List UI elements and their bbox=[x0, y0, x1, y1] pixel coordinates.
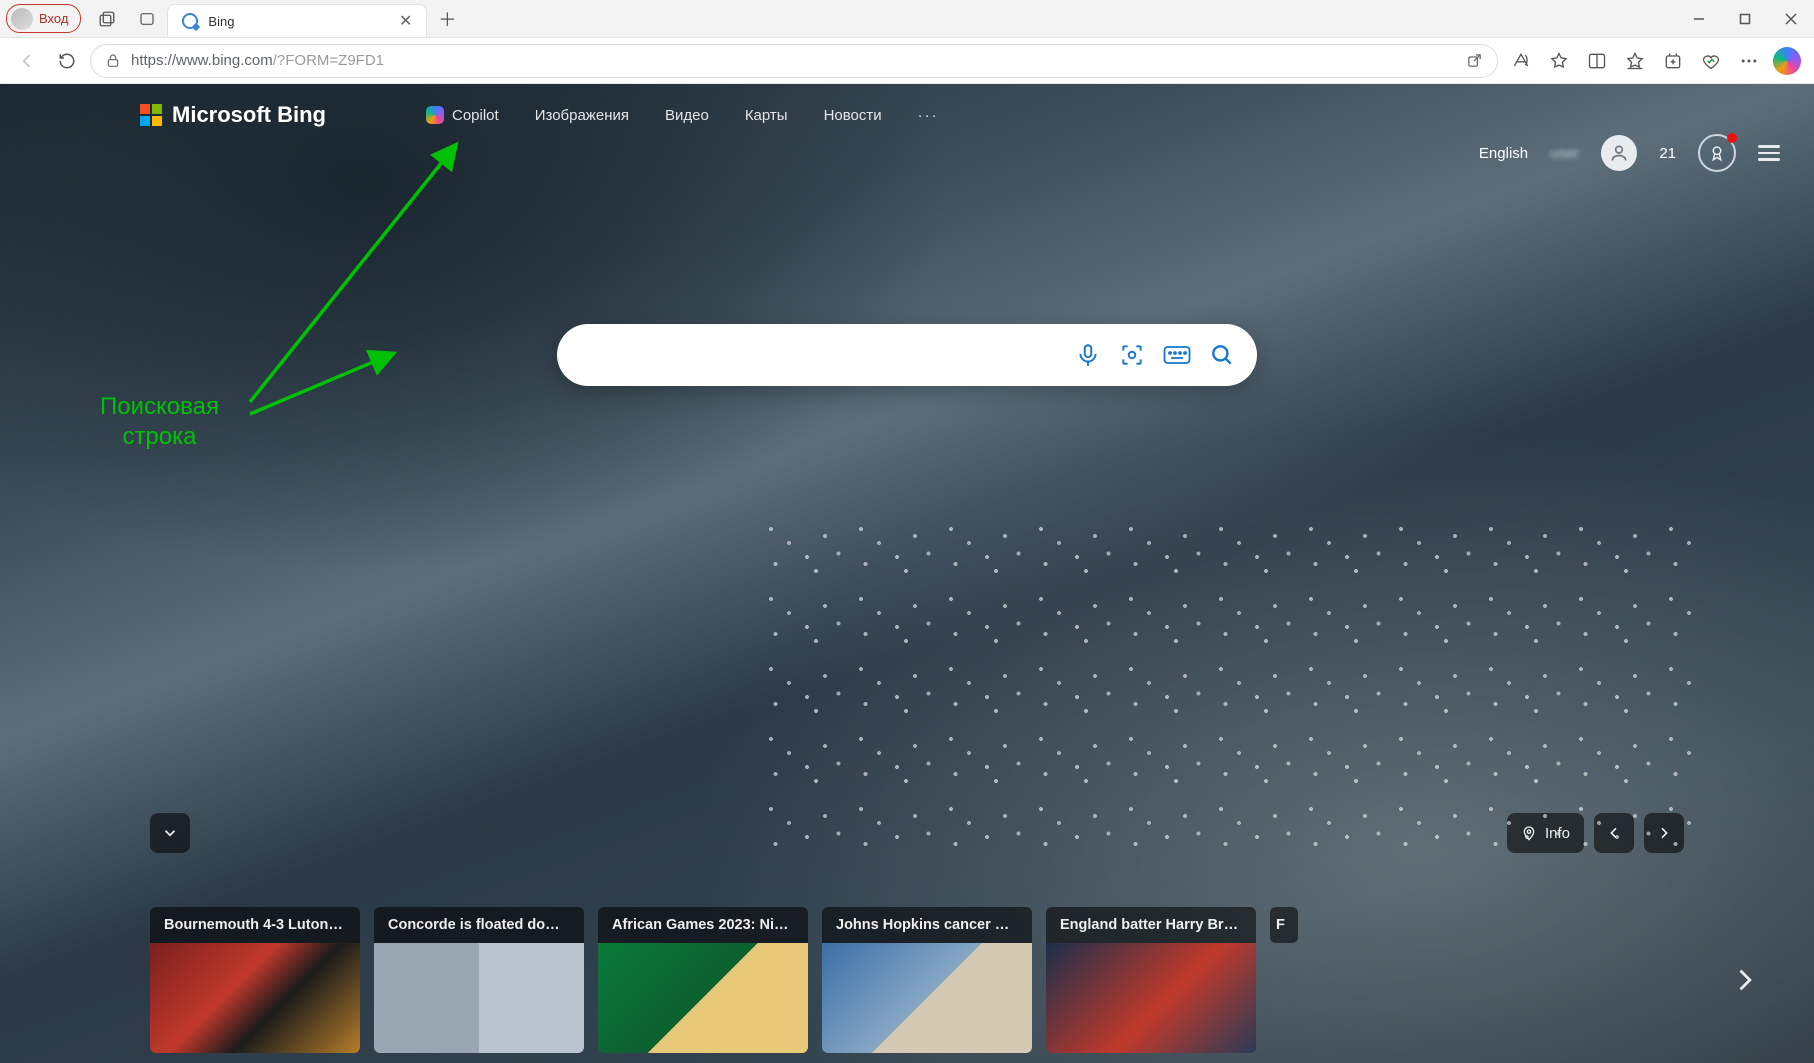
chevron-down-icon bbox=[161, 824, 179, 842]
chevron-right-icon bbox=[1656, 825, 1672, 841]
bing-logo[interactable]: Microsoft Bing bbox=[140, 102, 326, 128]
news-card-title: Bournemouth 4-3 Luton: S… bbox=[150, 907, 360, 943]
nav-news[interactable]: Новости bbox=[824, 106, 882, 124]
person-icon bbox=[1609, 143, 1629, 163]
url-text: https://www.bing.com/?FORM=Z9FD1 bbox=[131, 52, 1456, 69]
account-name[interactable]: user bbox=[1550, 145, 1579, 162]
nav-more[interactable]: ··· bbox=[918, 106, 939, 124]
profile-avatar-icon bbox=[11, 8, 33, 30]
bing-account-area: English user 21 bbox=[1479, 134, 1780, 172]
prev-wallpaper-button[interactable] bbox=[1594, 813, 1634, 853]
favorites-list-icon[interactable] bbox=[1618, 44, 1652, 78]
search-submit-icon[interactable] bbox=[1209, 342, 1235, 368]
lock-icon bbox=[105, 53, 121, 69]
copilot-mini-icon bbox=[426, 106, 444, 124]
collections-icon[interactable] bbox=[1656, 44, 1690, 78]
settings-more-icon[interactable] bbox=[1732, 44, 1766, 78]
split-screen-icon[interactable] bbox=[1580, 44, 1614, 78]
news-card-title: Concorde is floated down … bbox=[374, 907, 584, 943]
new-tab-button[interactable]: ＋ bbox=[427, 0, 467, 37]
chevron-right-icon bbox=[1730, 966, 1758, 994]
voice-search-icon[interactable] bbox=[1075, 342, 1101, 368]
medal-icon bbox=[1708, 144, 1726, 162]
nav-maps[interactable]: Карты bbox=[745, 106, 788, 124]
profile-button[interactable]: Вход bbox=[6, 4, 81, 33]
browser-toolbar: https://www.bing.com/?FORM=Z9FD1 bbox=[0, 38, 1814, 84]
visual-search-icon[interactable] bbox=[1119, 342, 1145, 368]
news-card[interactable]: F bbox=[1270, 907, 1298, 943]
news-card[interactable]: Johns Hopkins cancer docs… bbox=[822, 907, 1032, 1053]
news-card[interactable]: Bournemouth 4-3 Luton: S… bbox=[150, 907, 360, 1053]
search-input[interactable] bbox=[585, 345, 1057, 366]
notification-dot-icon bbox=[1727, 133, 1737, 143]
news-card-thumb bbox=[598, 943, 808, 1053]
next-wallpaper-button[interactable] bbox=[1644, 813, 1684, 853]
news-carousel: Bournemouth 4-3 Luton: S… Concorde is fl… bbox=[150, 907, 1764, 1053]
rewards-badge-button[interactable] bbox=[1698, 134, 1736, 172]
keyboard-input-icon[interactable] bbox=[1163, 344, 1191, 366]
info-label: Info bbox=[1545, 825, 1570, 842]
browser-tab[interactable]: Bing ✕ bbox=[167, 4, 427, 37]
nav-images[interactable]: Изображения bbox=[535, 106, 629, 124]
news-card-thumb bbox=[822, 943, 1032, 1053]
nav-back-button[interactable] bbox=[10, 44, 44, 78]
bing-favicon-icon bbox=[182, 13, 198, 29]
search-box[interactable] bbox=[557, 324, 1257, 386]
tab-actions-icon[interactable] bbox=[127, 0, 167, 37]
expand-carousel-button[interactable] bbox=[150, 813, 190, 853]
bing-landing-page: Microsoft Bing Copilot Изображения Видео… bbox=[0, 84, 1814, 1063]
news-card[interactable]: African Games 2023: Nigeri… bbox=[598, 907, 808, 1053]
wallpaper-info-group: Info bbox=[1507, 813, 1684, 853]
news-card[interactable]: England batter Harry Brook… bbox=[1046, 907, 1256, 1053]
workspaces-icon[interactable] bbox=[87, 0, 127, 37]
tab-close-icon[interactable]: ✕ bbox=[399, 11, 412, 31]
tab-title: Bing bbox=[208, 14, 234, 29]
rewards-points[interactable]: 21 bbox=[1659, 145, 1676, 162]
window-maximize-button[interactable] bbox=[1722, 0, 1768, 37]
news-card-title: Johns Hopkins cancer docs… bbox=[822, 907, 1032, 943]
open-external-icon[interactable] bbox=[1466, 52, 1483, 69]
chevron-left-icon bbox=[1606, 825, 1622, 841]
wallpaper-info-button[interactable]: Info bbox=[1507, 813, 1584, 853]
window-controls bbox=[1676, 0, 1814, 37]
nav-video[interactable]: Видео bbox=[665, 106, 709, 124]
news-card-thumb bbox=[1046, 943, 1256, 1053]
read-aloud-icon[interactable] bbox=[1504, 44, 1538, 78]
hamburger-menu-button[interactable] bbox=[1758, 141, 1780, 165]
nav-copilot[interactable]: Copilot bbox=[426, 106, 499, 124]
location-pin-icon bbox=[1521, 825, 1537, 841]
bing-header: Microsoft Bing Copilot Изображения Видео… bbox=[0, 84, 1814, 128]
favorite-star-icon[interactable] bbox=[1542, 44, 1576, 78]
news-card-title: F bbox=[1270, 907, 1298, 943]
language-switch[interactable]: English bbox=[1479, 145, 1528, 162]
window-close-button[interactable] bbox=[1768, 0, 1814, 37]
news-card-title: African Games 2023: Nigeri… bbox=[598, 907, 808, 943]
address-bar[interactable]: https://www.bing.com/?FORM=Z9FD1 bbox=[90, 44, 1498, 78]
bing-nav: Copilot Изображения Видео Карты Новости … bbox=[426, 106, 939, 124]
window-minimize-button[interactable] bbox=[1676, 0, 1722, 37]
news-card[interactable]: Concorde is floated down … bbox=[374, 907, 584, 1053]
news-card-title: England batter Harry Brook… bbox=[1046, 907, 1256, 943]
news-card-thumb bbox=[374, 943, 584, 1053]
copilot-icon bbox=[1773, 47, 1801, 75]
carousel-next-button[interactable] bbox=[1724, 966, 1764, 994]
annotation-label: Поисковая строка bbox=[100, 392, 219, 452]
browser-titlebar: Вход Bing ✕ ＋ bbox=[0, 0, 1814, 38]
news-card-thumb bbox=[150, 943, 360, 1053]
profile-label: Вход bbox=[39, 11, 68, 26]
bing-logo-text: Microsoft Bing bbox=[172, 102, 326, 128]
microsoft-logo-icon bbox=[140, 104, 162, 126]
searchbox-container bbox=[557, 324, 1257, 386]
copilot-sidebar-button[interactable] bbox=[1770, 44, 1804, 78]
performance-icon[interactable] bbox=[1694, 44, 1728, 78]
nav-refresh-button[interactable] bbox=[50, 44, 84, 78]
account-avatar-button[interactable] bbox=[1601, 135, 1637, 171]
